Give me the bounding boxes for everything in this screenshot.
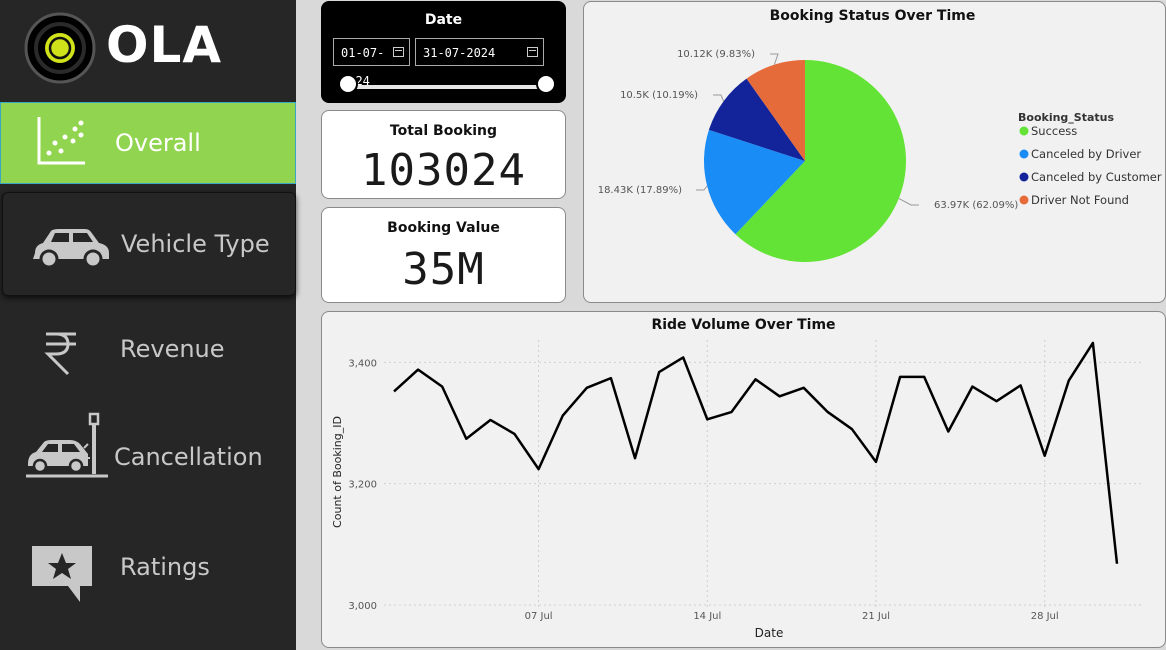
booking-status-chart[interactable]: Booking Status Over Time 63.97K (62.09%)… — [583, 1, 1166, 303]
y-tick-label: 3,200 — [348, 480, 377, 491]
star-rating-icon — [32, 546, 92, 602]
end-date-value: 31-07-2024 — [423, 46, 496, 60]
sidebar-item-revenue[interactable]: Revenue — [0, 308, 296, 390]
pie-leader-line — [713, 94, 725, 102]
brand-name: OLA — [106, 16, 223, 74]
line-chart: 3,000 3,200 3,400 07 Jul 14 Jul 21 Jul 28 Jul D… — [331, 340, 1142, 640]
calendar-icon[interactable] — [527, 47, 538, 57]
slider-start-handle[interactable] — [338, 74, 358, 94]
legend-entry: Canceled by Customer — [1031, 170, 1162, 184]
sidebar-item-label: Revenue — [120, 335, 225, 363]
date-filter-title: Date — [424, 12, 463, 28]
legend-marker — [1019, 172, 1029, 182]
car-crash-icon — [26, 412, 108, 478]
legend-marker — [1019, 149, 1029, 159]
y-axis-title: Count of Booking_ID — [331, 416, 344, 528]
pie-data-label: 63.97K (62.09%) — [934, 200, 1018, 211]
pie-leader-line — [696, 185, 708, 191]
sidebar-item-ratings[interactable]: Ratings — [0, 526, 296, 608]
calendar-icon[interactable] — [393, 47, 404, 57]
pie-data-label: 10.12K (9.83%) — [677, 49, 755, 60]
slider-end-handle[interactable] — [536, 74, 556, 94]
x-tick-label: 14 Jul — [693, 611, 721, 622]
x-tick-label: 07 Jul — [525, 611, 553, 622]
sidebar-item-label: Cancellation — [114, 443, 263, 471]
pie-leader-line — [770, 53, 779, 65]
sidebar-item-label: Ratings — [120, 553, 210, 581]
legend-entry: Canceled by Driver — [1031, 147, 1141, 161]
ride-volume-chart[interactable]: Ride Volume Over Time 3,000 3,200 3,400 07 … — [321, 311, 1166, 648]
ola-logo: OLA — [24, 10, 264, 84]
sidebar-item-vehicle-type[interactable]: Vehicle Type — [2, 192, 296, 296]
sidebar-item-overall[interactable]: Overall — [0, 102, 296, 184]
total-booking-card: Total Booking 103024 — [321, 110, 566, 199]
legend-entry: Driver Not Found — [1031, 193, 1129, 207]
legend-marker — [1019, 195, 1029, 205]
y-tick-label: 3,000 — [348, 601, 377, 612]
total-booking-value: 103024 — [361, 145, 526, 196]
booking-value-title: Booking Value — [387, 220, 500, 236]
end-date-input[interactable]: 31-07-2024 — [415, 38, 544, 66]
x-axis-title: Date — [755, 626, 784, 640]
legend-marker — [1019, 126, 1029, 136]
sidebar-item-label: Overall — [115, 129, 201, 157]
start-date-input[interactable]: 01-07-2024 — [333, 38, 410, 88]
car-icon — [33, 229, 109, 269]
scatter-chart-icon — [37, 117, 85, 165]
pie-data-label: 18.43K (17.89%) — [598, 185, 682, 196]
booking-value-value: 35M — [402, 244, 485, 295]
sidebar-item-label: Vehicle Type — [121, 230, 270, 258]
x-tick-label: 28 Jul — [1031, 611, 1059, 622]
y-tick-label: 3,400 — [348, 358, 377, 369]
x-tick-label: 21 Jul — [862, 611, 890, 622]
series-line — [393, 341, 1119, 564]
pie-chart: 63.97K (62.09%) 18.43K (17.89%) 10.5K (10.… — [598, 49, 1162, 262]
sidebar: OLA Overall Vehicle Type Revenue Cancell… — [0, 0, 296, 650]
booking-value-card: Booking Value 35M — [321, 207, 566, 303]
pie-leader-line — [898, 198, 919, 206]
sidebar-item-cancellation[interactable]: Cancellation — [0, 412, 296, 498]
legend-title: Booking_Status — [1018, 111, 1114, 124]
pie-data-label: 10.5K (10.19%) — [620, 90, 698, 101]
date-filter-card: Date 01-07-2024 31-07-2024 — [321, 1, 566, 103]
date-range-slider[interactable] — [349, 85, 545, 89]
legend-entry: Success — [1031, 124, 1077, 138]
ola-logo-icon — [24, 12, 96, 84]
total-booking-title: Total Booking — [389, 123, 498, 139]
rupee-icon — [44, 332, 76, 376]
